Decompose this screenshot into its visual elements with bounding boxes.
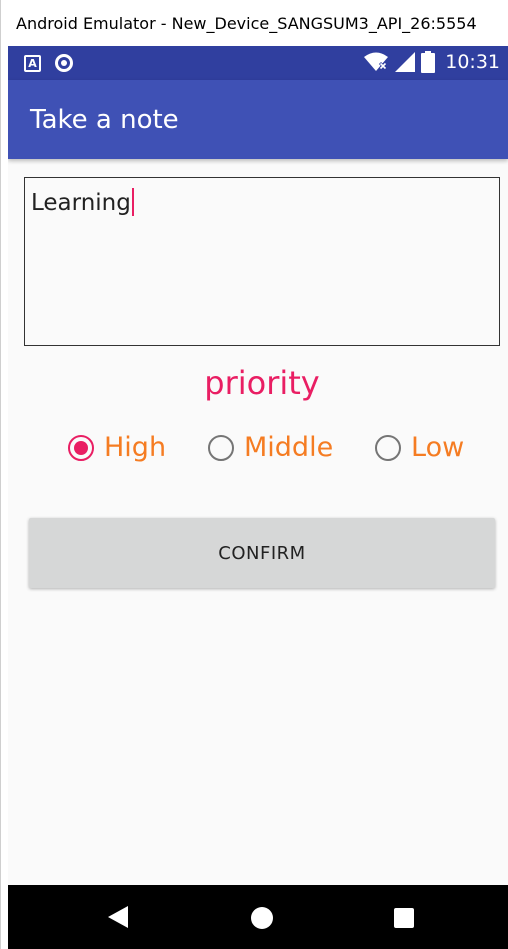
recents-icon[interactable] <box>394 908 414 928</box>
radio-unchecked-icon <box>208 434 234 461</box>
emulator-window-title: Android Emulator - New_Device_SANGSUM3_A… <box>0 0 508 46</box>
radio-unchecked-icon <box>375 434 401 461</box>
home-icon[interactable] <box>251 907 273 929</box>
status-bar: A 10:31 <box>8 46 508 80</box>
app-bar: Take a note <box>8 80 508 159</box>
device-screen: A 10:31 Take a note Learning priority Hi… <box>8 46 508 949</box>
note-text: Learning <box>31 190 131 216</box>
navigation-bar <box>8 885 508 949</box>
wifi-icon <box>364 52 389 71</box>
emulator-frame <box>0 46 8 949</box>
notification-a-icon: A <box>24 54 41 72</box>
radio-high-label: High <box>104 432 167 463</box>
signal-icon <box>395 52 416 72</box>
radio-middle[interactable]: Middle <box>208 432 333 463</box>
back-icon[interactable] <box>108 906 128 928</box>
battery-icon <box>421 51 436 73</box>
radio-middle-label: Middle <box>244 432 334 463</box>
confirm-button[interactable]: CONFIRM <box>29 518 495 588</box>
priority-label: priority <box>204 364 320 402</box>
status-time: 10:31 <box>445 51 500 73</box>
radio-checked-icon <box>68 434 94 461</box>
text-cursor <box>131 188 134 216</box>
note-input[interactable]: Learning <box>24 177 500 346</box>
radio-low[interactable]: Low <box>375 432 464 463</box>
priority-radio-group: High Middle Low <box>8 432 508 472</box>
radio-low-label: Low <box>411 432 465 463</box>
radio-high[interactable]: High <box>68 432 166 463</box>
sync-icon <box>55 54 73 72</box>
app-title: Take a note <box>30 104 179 135</box>
